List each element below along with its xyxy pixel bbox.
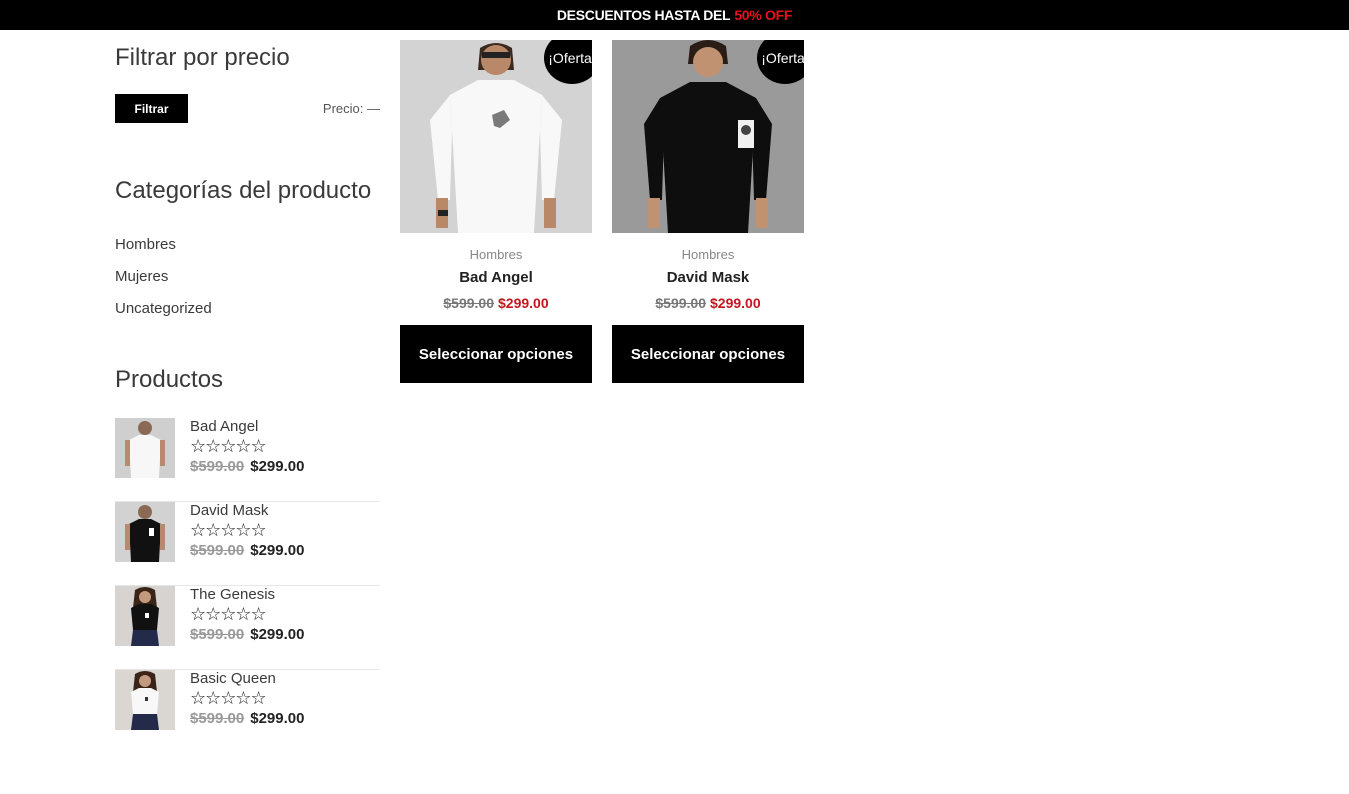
category-link-uncategorized[interactable]: Uncategorized: [115, 293, 380, 325]
product-name[interactable]: The Genesis: [190, 586, 304, 604]
filter-button[interactable]: Filtrar: [115, 94, 188, 123]
list-item[interactable]: David Mask ☆☆☆☆☆ $599.00 $299.00: [115, 502, 380, 586]
sale-price: $299.00: [710, 295, 761, 311]
old-price: $599.00: [655, 295, 706, 311]
promo-text: DESCUENTOS HASTA DEL: [556, 7, 731, 23]
rating-stars-icon: ☆☆☆☆☆: [190, 604, 267, 624]
old-price: $599.00: [190, 710, 245, 727]
sale-price: $299.00: [498, 295, 549, 311]
product-list: Bad Angel ☆☆☆☆☆ $599.00 $299.00 David Mas…: [115, 418, 380, 754]
list-item[interactable]: The Genesis ☆☆☆☆☆ $599.00 $299.00: [115, 586, 380, 670]
product-thumbnail[interactable]: [115, 586, 175, 646]
product-category[interactable]: Hombres: [400, 247, 592, 262]
product-image[interactable]: ¡Oferta!: [400, 40, 592, 233]
sale-price: $299.00: [250, 458, 305, 475]
list-item[interactable]: Basic Queen ☆☆☆☆☆ $599.00 $299.00: [115, 670, 380, 754]
products-title: Productos: [115, 366, 224, 393]
sidebar: Filtrar por precio Filtrar Precio: — Cat…: [115, 40, 380, 754]
rating-stars-icon: ☆☆☆☆☆: [190, 688, 267, 708]
product-title[interactable]: David Mask: [612, 269, 804, 286]
product-image[interactable]: ¡Oferta!: [612, 40, 804, 233]
product-card[interactable]: ¡Oferta! Hombres Bad Angel $599.00 $299.0…: [400, 40, 592, 383]
product-card[interactable]: ¡Oferta! Hombres David Mask $599.00 $299.…: [612, 40, 804, 383]
product-thumbnail[interactable]: [115, 670, 175, 730]
price-filter: Filtrar Precio: —: [115, 94, 380, 123]
old-price: $599.00: [443, 295, 494, 311]
filter-price-title: Filtrar por precio: [115, 44, 290, 71]
category-link-hombres[interactable]: Hombres: [115, 229, 380, 261]
promo-banner: DESCUENTOS HASTA DEL 50% OFF: [0, 0, 1349, 30]
price-range-label: Precio: —: [322, 101, 380, 116]
sale-price: $299.00: [250, 542, 305, 559]
category-list: Hombres Mujeres Uncategorized: [115, 229, 380, 325]
rating-stars-icon: ☆☆☆☆☆: [190, 436, 267, 456]
product-name[interactable]: Basic Queen: [190, 670, 304, 688]
product-name[interactable]: Bad Angel: [190, 418, 304, 436]
sale-price: $299.00: [250, 710, 305, 727]
sale-price: $299.00: [250, 626, 305, 643]
product-thumbnail[interactable]: [115, 502, 175, 562]
product-thumbnail[interactable]: [115, 418, 175, 478]
product-category[interactable]: Hombres: [612, 247, 804, 262]
select-options-button[interactable]: Seleccionar opciones: [400, 325, 592, 383]
old-price: $599.00: [190, 542, 245, 559]
product-name[interactable]: David Mask: [190, 502, 304, 520]
category-link-mujeres[interactable]: Mujeres: [115, 261, 380, 293]
old-price: $599.00: [190, 458, 245, 475]
promo-highlight: 50% OFF: [734, 7, 793, 23]
old-price: $599.00: [190, 626, 245, 643]
categories-title: Categorías del producto: [115, 177, 372, 204]
list-item[interactable]: Bad Angel ☆☆☆☆☆ $599.00 $299.00: [115, 418, 380, 502]
product-title[interactable]: Bad Angel: [400, 269, 592, 286]
select-options-button[interactable]: Seleccionar opciones: [612, 325, 804, 383]
rating-stars-icon: ☆☆☆☆☆: [190, 520, 267, 540]
